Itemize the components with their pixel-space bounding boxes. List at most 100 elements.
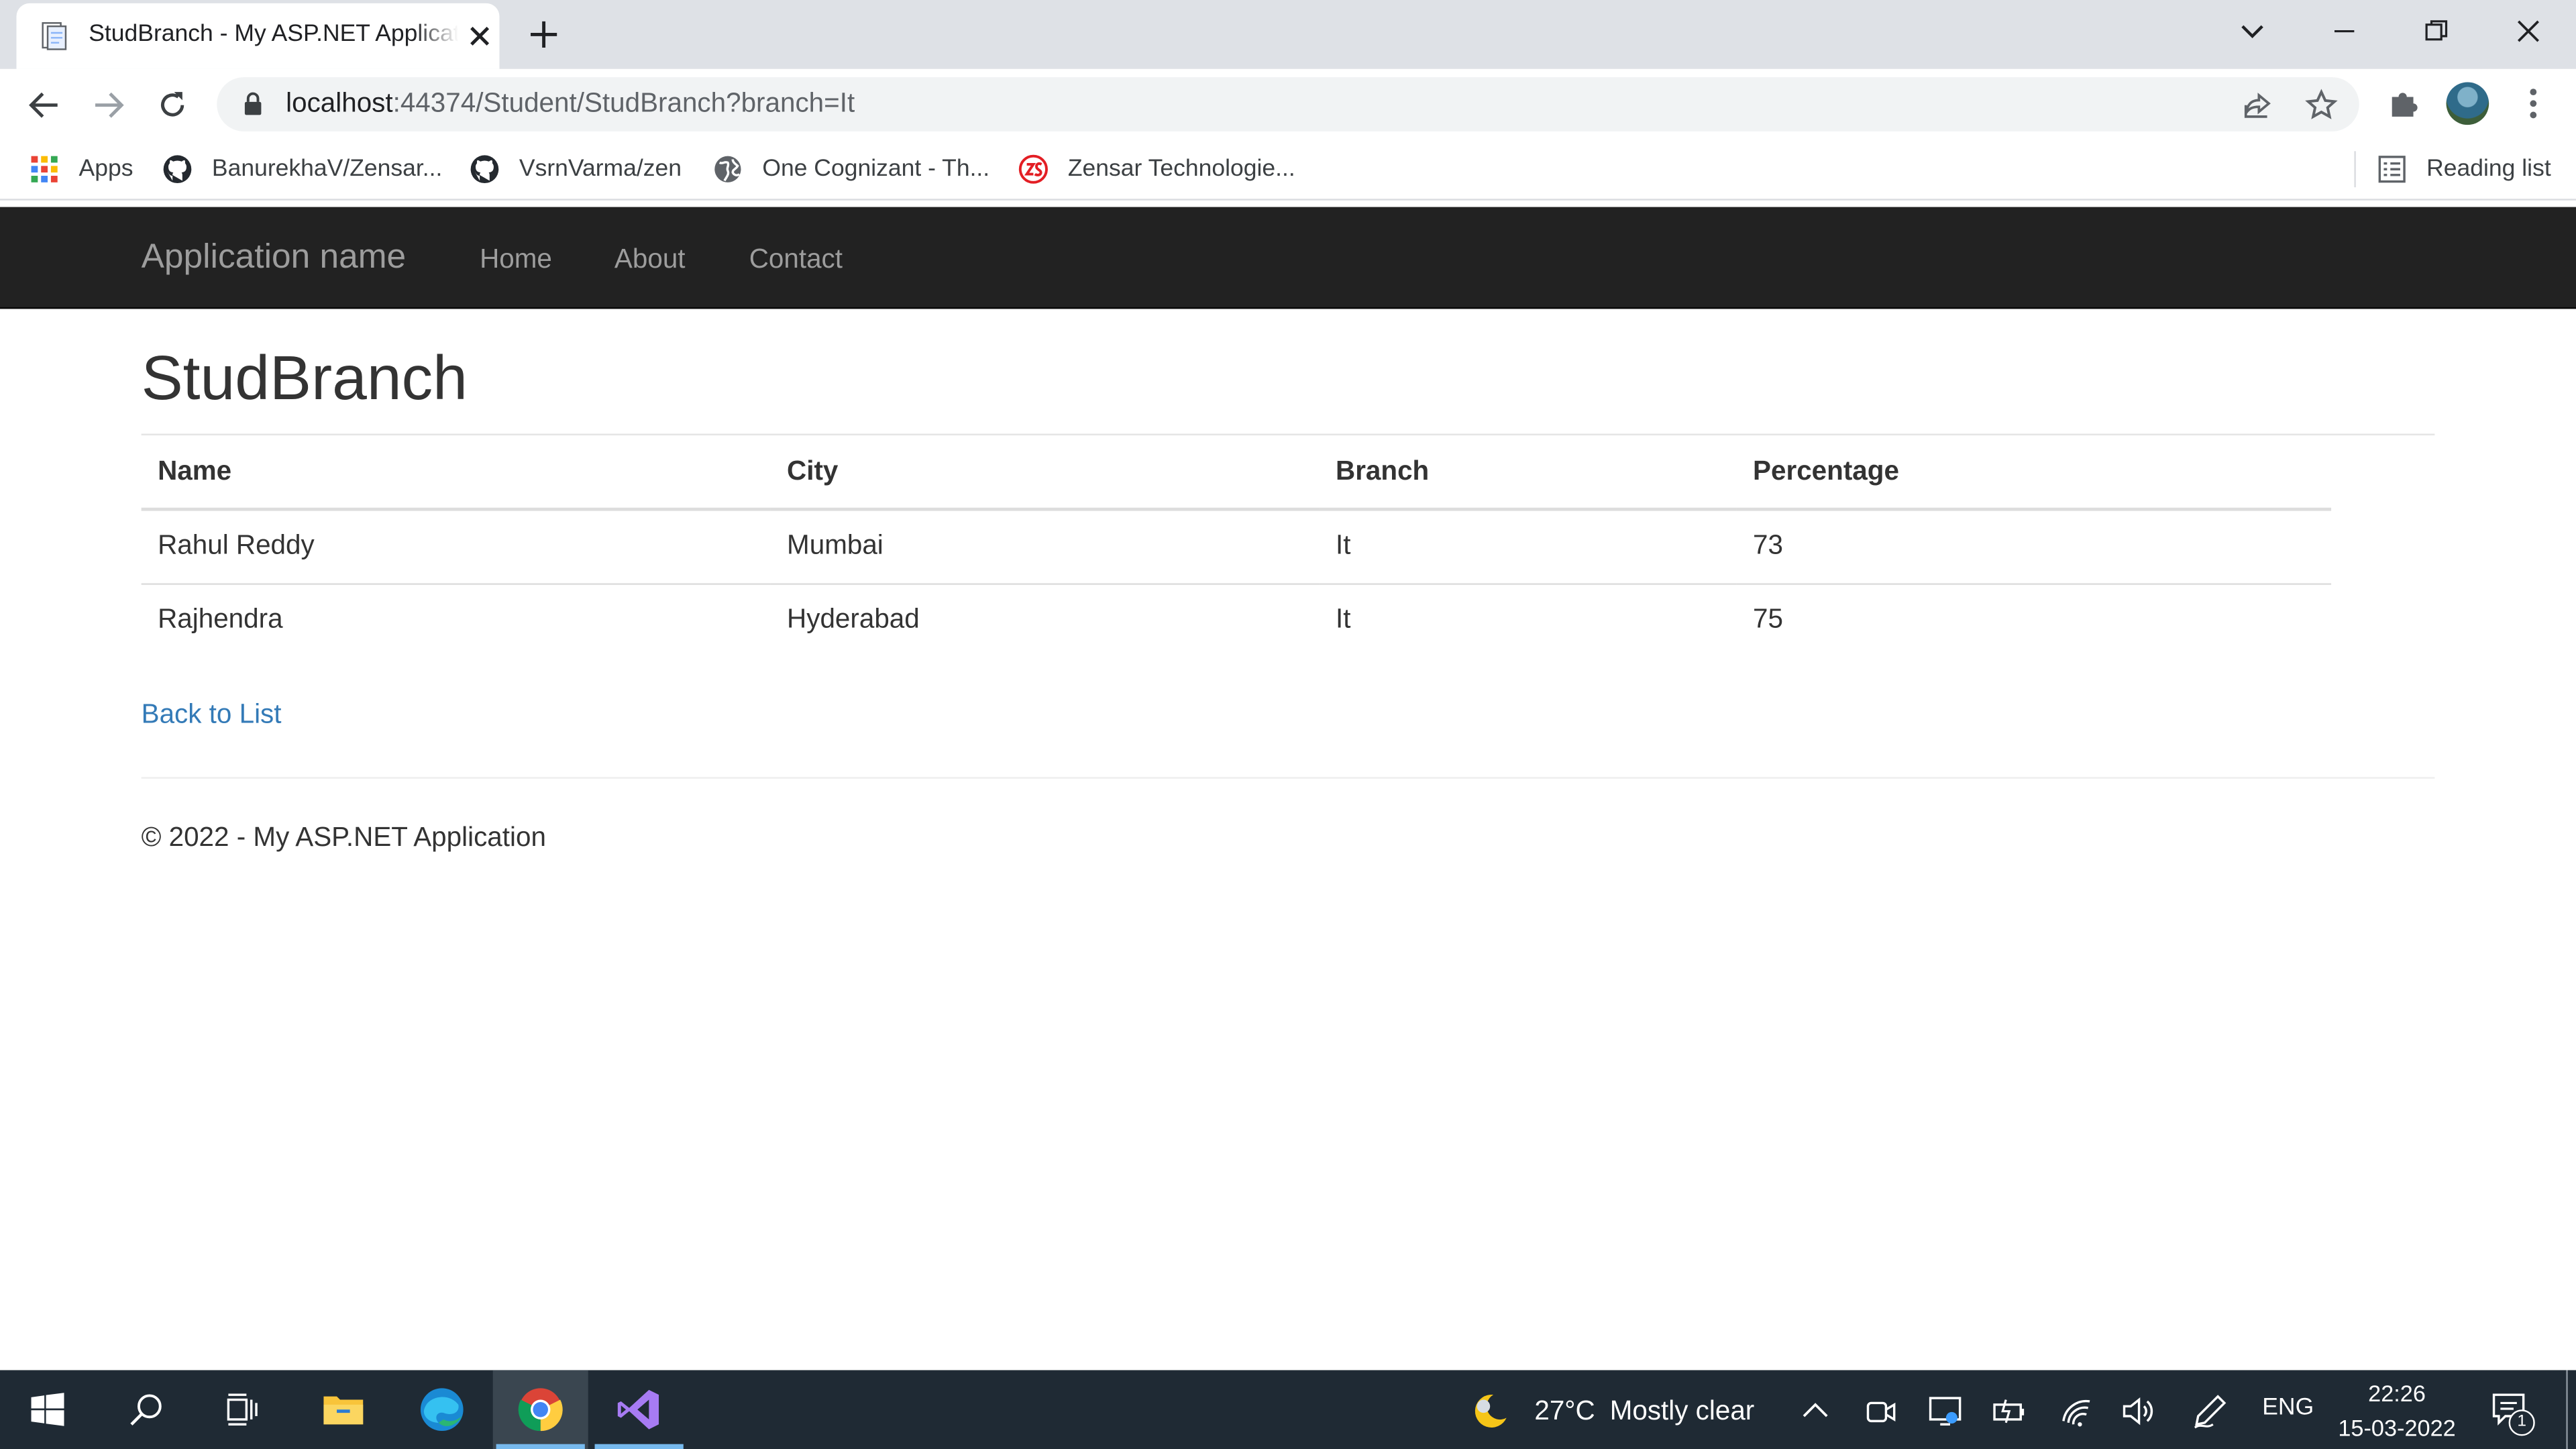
url-text[interactable]: localhost:44374/Student/StudBranch?branc…	[286, 89, 855, 120]
cell-city: Mumbai	[770, 509, 1320, 584]
column-header-percentage: Percentage	[1736, 435, 2332, 511]
bookmark-zensar[interactable]: Zensar Technologie...	[1018, 153, 1295, 186]
table-row: Rahul Reddy Mumbai It 73	[141, 509, 2332, 584]
lock-icon[interactable]	[243, 92, 262, 117]
nav-contact-link[interactable]: Contact	[749, 245, 843, 276]
restore-icon[interactable]	[2412, 10, 2461, 53]
page-title: StudBranch	[141, 345, 468, 415]
cell-name: Rahul Reddy	[141, 509, 771, 584]
task-view-button[interactable]	[194, 1370, 289, 1449]
taskbar: 27°C Mostly clear ENG 22:26 15-03-2022 1	[0, 1370, 2576, 1449]
bookmark-banurekhav[interactable]: BanurekhaV/Zensar...	[162, 153, 442, 186]
column-header-branch: Branch	[1319, 435, 1737, 511]
search-button[interactable]	[99, 1370, 194, 1449]
show-desktop-button[interactable]	[2566, 1370, 2568, 1449]
brand-link[interactable]: Application name	[142, 238, 407, 278]
footer-copyright: © 2022 - My ASP.NET Application	[141, 822, 546, 853]
cell-percentage: 75	[1753, 604, 1784, 635]
footer-divider	[141, 777, 2435, 779]
new-tab-icon[interactable]	[526, 16, 562, 52]
visual-studio-icon	[617, 1389, 659, 1430]
weather-temperature: 27°C	[1534, 1395, 1595, 1426]
tab-strip: StudBranch - My ASP.NET Application	[0, 0, 2576, 69]
screen: StudBranch - My ASP.NET Application loca…	[0, 0, 2576, 1449]
volume-icon[interactable]	[2119, 1393, 2155, 1430]
bookmark-star-icon[interactable]	[2305, 89, 2338, 121]
task-view-icon	[227, 1393, 258, 1426]
close-window-icon[interactable]	[2504, 10, 2553, 53]
cell-branch: It	[1319, 509, 1737, 584]
moon-weather-icon	[1474, 1395, 1507, 1428]
reading-list-icon	[2378, 156, 2406, 183]
bookmark-label: Zensar Technologie...	[1067, 156, 1295, 182]
folder-icon	[323, 1396, 364, 1425]
chrome-icon	[518, 1388, 563, 1432]
chevron-up-icon[interactable]	[1797, 1393, 1833, 1430]
reading-list-label: Reading list	[2426, 156, 2551, 182]
extensions-icon[interactable]	[2385, 85, 2422, 121]
browser-tab[interactable]: StudBranch - My ASP.NET Application	[16, 3, 500, 69]
browser-toolbar: localhost:44374/Student/StudBranch?branc…	[0, 68, 2576, 138]
profile-avatar[interactable]	[2446, 82, 2489, 125]
back-to-list-link[interactable]: Back to List	[142, 700, 282, 731]
weather-widget[interactable]: 27°C Mostly clear	[1468, 1390, 1754, 1433]
active-app-indicator	[594, 1444, 684, 1449]
nav-home-link[interactable]: Home	[480, 245, 552, 276]
cell-city: Hyderabad	[787, 604, 920, 635]
weather-condition: Mostly clear	[1609, 1395, 1755, 1426]
action-center-button[interactable]: 1	[2491, 1390, 2537, 1436]
cell-name: Rajhendra	[158, 604, 283, 635]
tab-search-icon[interactable]	[2228, 10, 2277, 53]
bookmark-vsrnvarma[interactable]: VsrnVarma/zen	[470, 153, 682, 186]
file-explorer-button[interactable]	[296, 1370, 391, 1449]
visual-studio-button[interactable]	[592, 1370, 687, 1449]
reload-icon[interactable]	[151, 84, 194, 127]
bookmark-apps[interactable]: Apps	[30, 153, 133, 186]
active-app-indicator	[496, 1444, 585, 1449]
site-navbar: Application name Home About Contact	[0, 207, 2576, 309]
globe-icon	[714, 156, 741, 182]
tab-title: StudBranch - My ASP.NET Application	[89, 21, 459, 48]
system-clock[interactable]: 22:26 15-03-2022	[2333, 1377, 2461, 1446]
edge-icon	[420, 1388, 464, 1432]
bookmark-label: Apps	[78, 156, 133, 182]
column-header-city: City	[770, 435, 1320, 511]
bookmark-label: BanurekhaV/Zensar...	[211, 156, 443, 182]
close-tab-icon[interactable]	[467, 23, 493, 49]
zensar-logo-icon	[1018, 154, 1048, 184]
wifi-icon[interactable]	[2059, 1393, 2095, 1430]
bookmarks-separator	[2354, 151, 2356, 188]
cell-branch: It	[1336, 604, 1351, 635]
address-bar[interactable]: localhost:44374/Student/StudBranch?branc…	[217, 77, 2359, 131]
chrome-button[interactable]	[492, 1370, 588, 1449]
bookmark-label: VsrnVarma/zen	[519, 156, 682, 182]
bookmarks-bar: Apps BanurekhaV/Zensar... VsrnVarma/zen …	[0, 138, 2576, 201]
edge-button[interactable]	[394, 1370, 490, 1449]
page-favicon-icon	[42, 22, 67, 50]
cell-percentage: 73	[1736, 509, 2332, 584]
battery-icon[interactable]	[1991, 1393, 2027, 1430]
column-header-name: Name	[141, 435, 771, 511]
input-language[interactable]: ENG	[2262, 1395, 2314, 1421]
forward-arrow-icon[interactable]	[87, 84, 130, 127]
display-sync-icon[interactable]	[1927, 1393, 1964, 1430]
start-button[interactable]	[0, 1370, 95, 1449]
minimize-icon[interactable]	[2320, 10, 2369, 53]
windows-logo-icon	[31, 1393, 64, 1426]
back-arrow-icon[interactable]	[23, 84, 66, 127]
apps-grid-icon	[31, 156, 58, 182]
web-page: Application name Home About Contact Stud…	[0, 203, 2576, 1367]
clock-date: 15-03-2022	[2338, 1414, 2456, 1441]
notification-count-badge: 1	[2508, 1409, 2535, 1436]
reading-list-button[interactable]: Reading list	[2377, 153, 2551, 186]
share-icon[interactable]	[2241, 89, 2273, 121]
nav-about-link[interactable]: About	[614, 245, 686, 276]
students-table: Name City Branch Percentage Rahul Reddy …	[141, 435, 2332, 657]
table-row: Rajhendra Hyderabad It 75	[142, 583, 2331, 657]
search-icon	[130, 1394, 162, 1426]
pen-workspace-icon[interactable]	[2192, 1393, 2228, 1430]
meet-now-icon[interactable]	[1863, 1393, 1899, 1430]
kebab-menu-icon[interactable]	[2515, 85, 2551, 121]
bookmark-label: One Cognizant - Th...	[762, 156, 990, 182]
bookmark-one-cognizant[interactable]: One Cognizant - Th...	[713, 153, 989, 186]
